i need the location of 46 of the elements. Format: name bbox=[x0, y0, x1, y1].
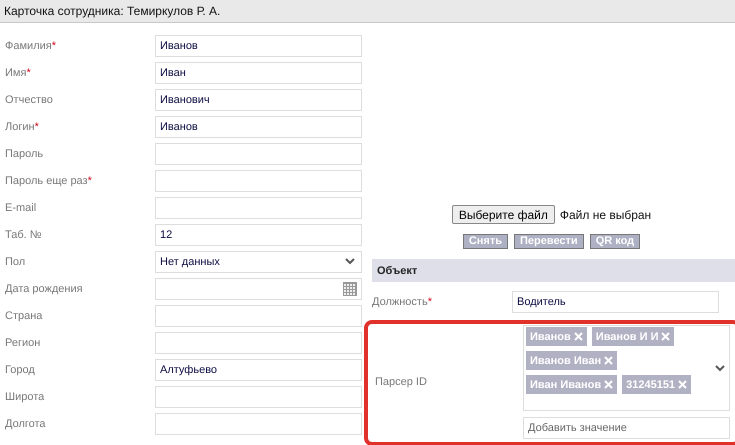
text-field[interactable]: Иванов bbox=[155, 34, 362, 56]
file-status: Файл не выбран bbox=[560, 208, 652, 222]
text-field[interactable]: Иванович bbox=[155, 88, 362, 110]
field-label: Регион bbox=[4, 336, 42, 348]
remove-icon[interactable] bbox=[604, 356, 614, 365]
field-label: Город bbox=[4, 364, 36, 376]
card-title: Карточка сотрудника: Темиркулов Р. А. bbox=[4, 4, 220, 18]
text-field[interactable]: Иванов bbox=[155, 116, 362, 138]
field-label: Фамилия* bbox=[4, 40, 57, 52]
text-field[interactable] bbox=[155, 332, 362, 354]
remove-icon[interactable] bbox=[661, 332, 670, 341]
chevron-down-icon[interactable] bbox=[715, 364, 725, 372]
text-field[interactable]: Иван bbox=[155, 62, 362, 84]
field-label: Логин* bbox=[4, 120, 40, 132]
field-label: Широта bbox=[4, 390, 46, 402]
date-field[interactable] bbox=[155, 278, 362, 300]
field-label: Дата рождения bbox=[4, 282, 84, 294]
add-value-field[interactable]: Добавить значение bbox=[523, 417, 730, 439]
section-title: Объект bbox=[376, 264, 418, 276]
field-label: Должность* bbox=[372, 296, 433, 308]
field-label: Имя* bbox=[4, 66, 32, 78]
field-label: Пароль bbox=[4, 148, 44, 160]
calendar-icon[interactable] bbox=[343, 282, 357, 296]
text-field[interactable] bbox=[155, 142, 362, 164]
text-field[interactable] bbox=[155, 170, 362, 192]
chevron-down-icon bbox=[345, 258, 355, 265]
field-label: Парсер ID bbox=[375, 376, 428, 388]
text-field[interactable] bbox=[155, 304, 362, 326]
choose-file-button[interactable]: Выберите файл bbox=[452, 205, 555, 224]
text-field[interactable]: Водитель bbox=[512, 291, 719, 313]
field-label: Таб. № bbox=[4, 228, 43, 240]
select-field[interactable]: Нет данных bbox=[155, 250, 362, 272]
text-field[interactable] bbox=[155, 386, 362, 408]
field-label: Отчество bbox=[4, 94, 54, 106]
field-label: Долгота bbox=[4, 418, 47, 430]
remove-icon[interactable] bbox=[604, 380, 614, 389]
text-field[interactable] bbox=[155, 412, 362, 434]
field-label: Пол bbox=[4, 256, 26, 268]
remove-icon[interactable] bbox=[678, 380, 688, 389]
text-field[interactable] bbox=[155, 196, 362, 218]
text-field[interactable]: Алтуфьево bbox=[155, 358, 362, 380]
field-label: Страна bbox=[4, 310, 44, 322]
remove-icon[interactable] bbox=[574, 332, 583, 341]
text-field[interactable]: 12 bbox=[155, 224, 362, 246]
field-label: E-mail bbox=[4, 202, 38, 214]
field-label: Пароль еще раз* bbox=[4, 174, 93, 186]
